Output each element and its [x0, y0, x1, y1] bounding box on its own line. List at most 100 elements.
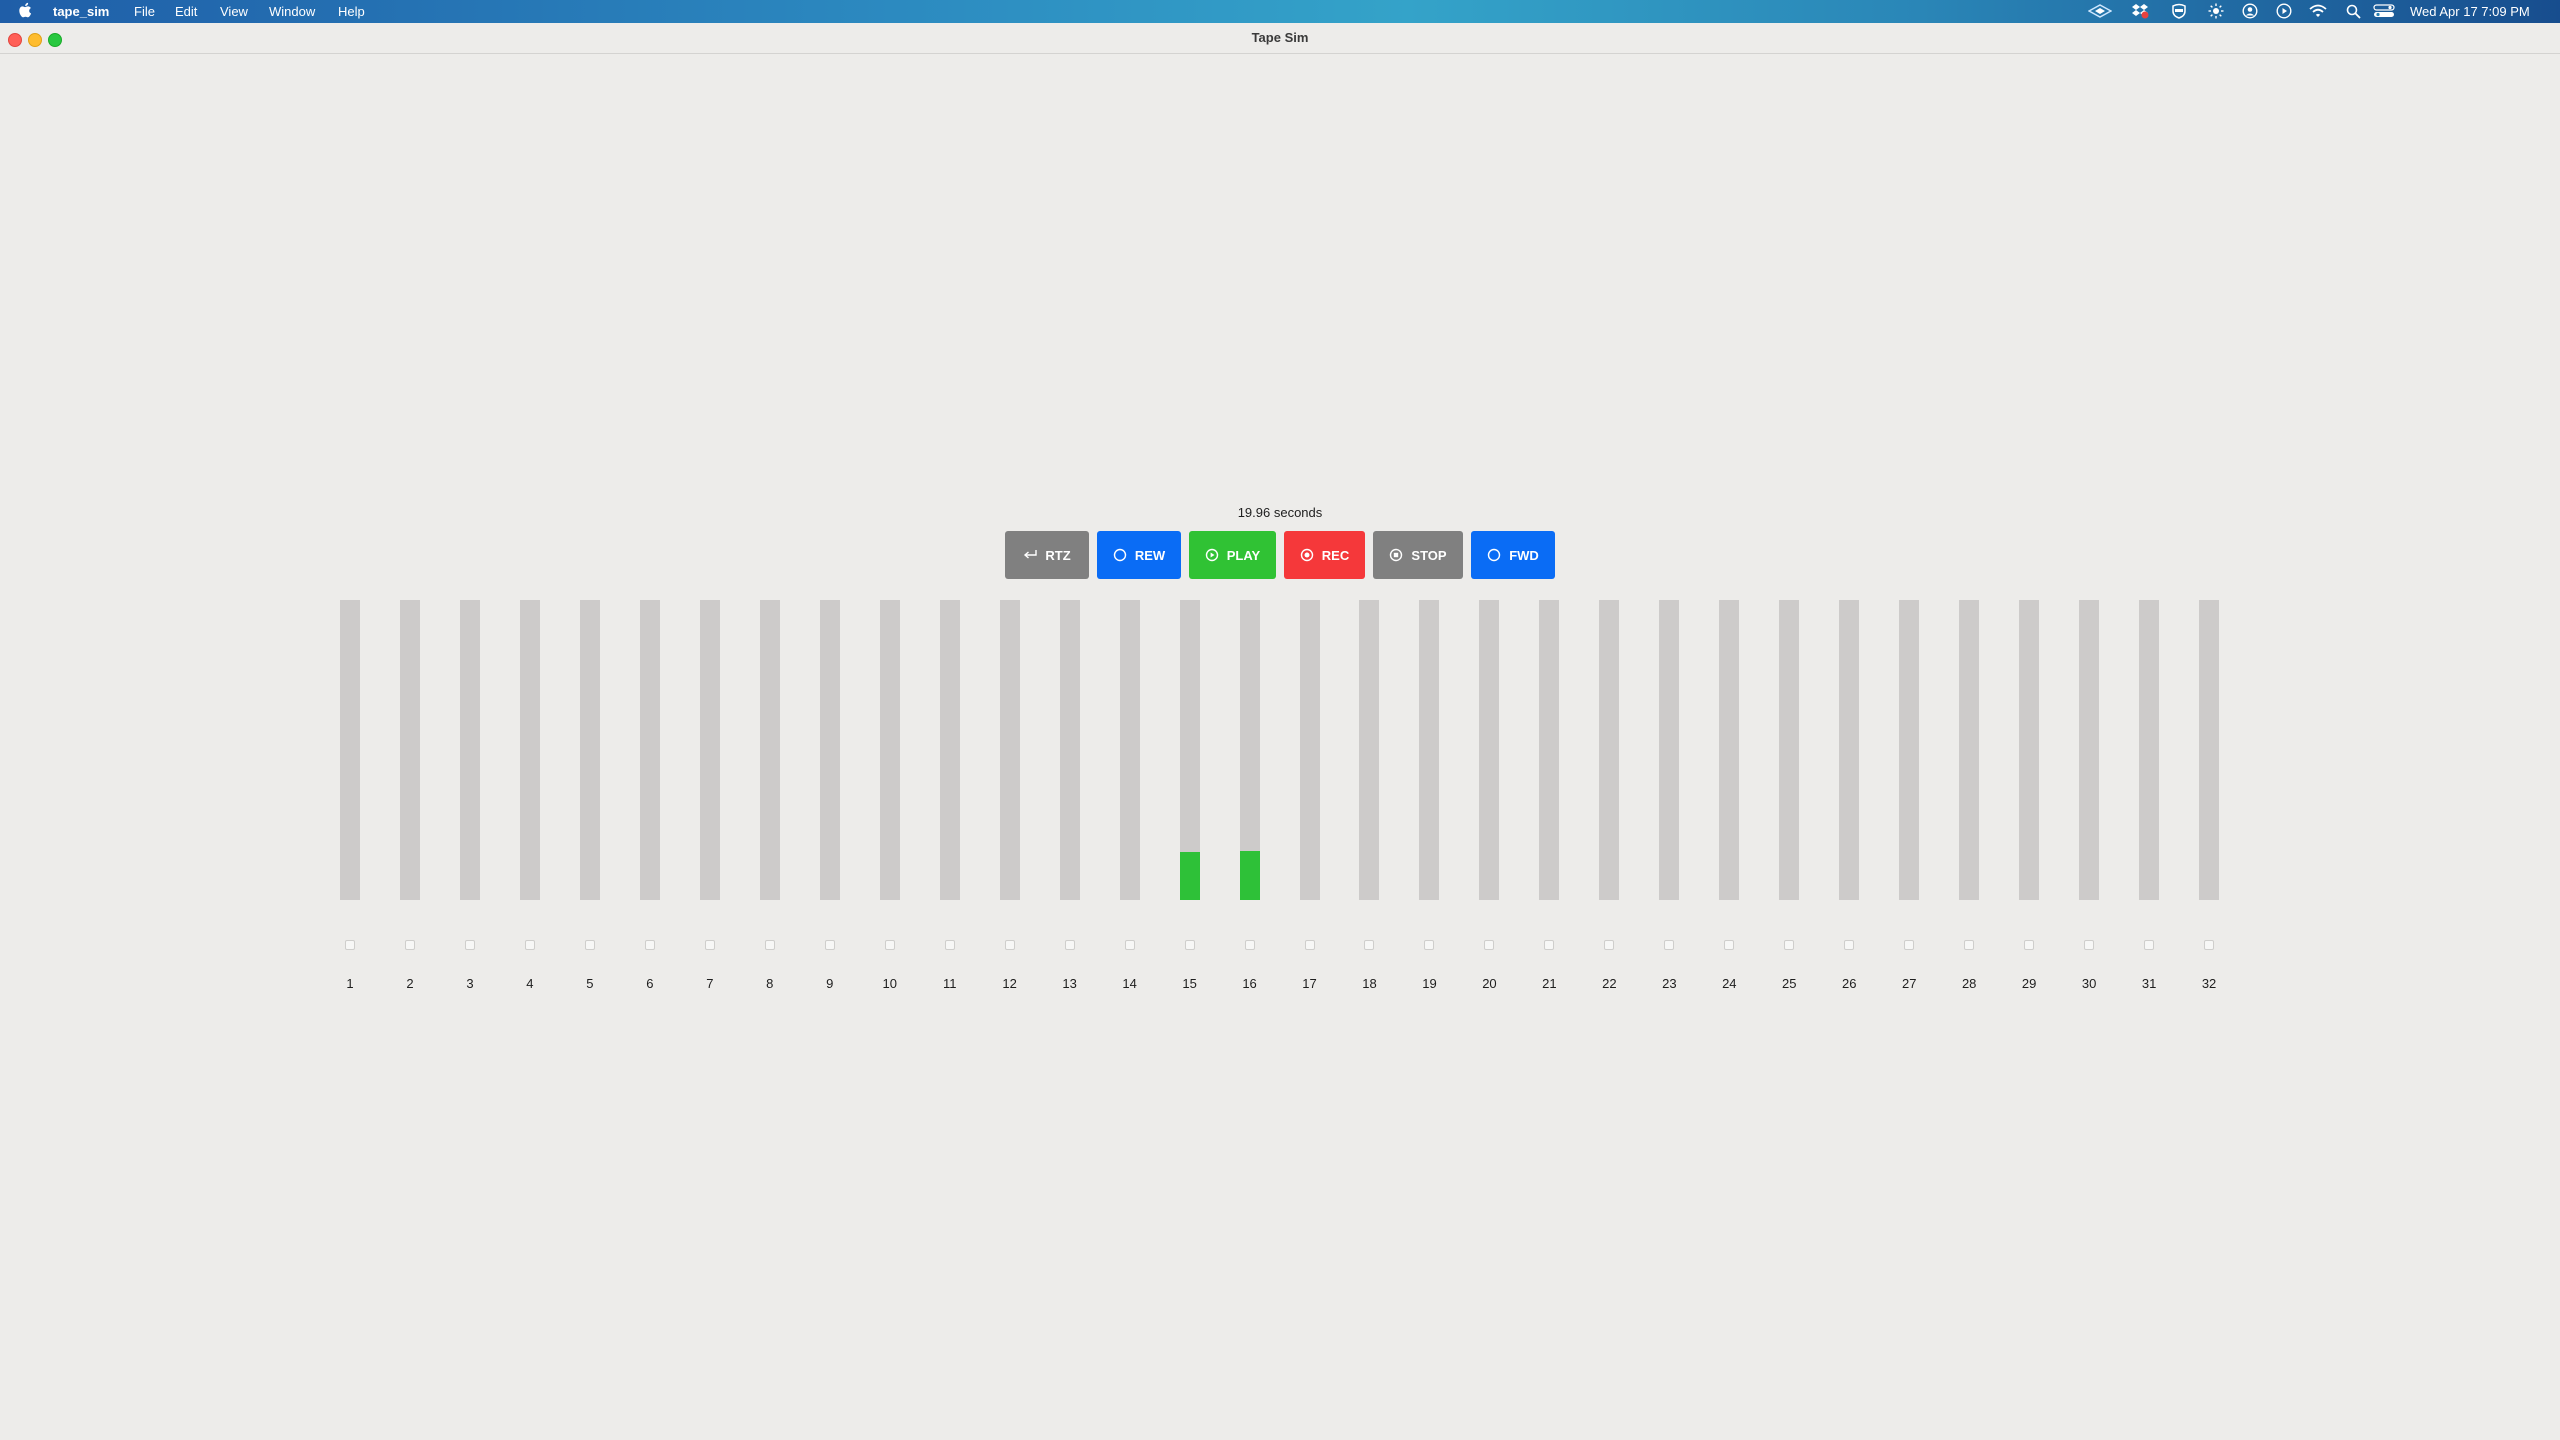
track-15-arm-checkbox[interactable]: [1184, 940, 1195, 950]
track-number-label: 15: [1182, 976, 1197, 991]
track-number-label: 31: [2141, 976, 2157, 991]
track-19-arm-checkbox[interactable]: [1424, 940, 1435, 950]
track-19-meter: [1419, 600, 1440, 900]
track-20-arm-checkbox[interactable]: [1484, 940, 1495, 950]
track-32-arm-checkbox[interactable]: [2204, 940, 2215, 950]
track-25-arm-checkbox[interactable]: [1784, 940, 1795, 950]
fwd-label: FWD: [1509, 547, 1539, 563]
dropbox-icon[interactable]: [2130, 3, 2150, 19]
track-9-arm-checkbox[interactable]: [824, 940, 835, 950]
track-12-meter: [999, 600, 1020, 900]
track-28-meter: [1959, 600, 1980, 900]
track-10-arm-checkbox[interactable]: [884, 940, 895, 950]
track-29-arm-checkbox[interactable]: [2024, 940, 2035, 950]
track-27-meter: [1899, 600, 1920, 900]
track-26-meter: [1839, 600, 1860, 900]
track-6-meter: [639, 600, 660, 900]
track-number-label: 13: [1062, 976, 1077, 991]
track-26-arm-checkbox[interactable]: [1844, 940, 1855, 950]
track-7-arm-checkbox[interactable]: [704, 940, 715, 950]
wifi-icon[interactable]: [2308, 3, 2328, 19]
user-circle-icon[interactable]: [2240, 3, 2260, 19]
track-number-label: 16: [1242, 976, 1257, 991]
track-4-meter: [519, 600, 540, 900]
track-8-meter: [759, 600, 780, 900]
track-18-arm-checkbox[interactable]: [1364, 940, 1375, 950]
track-number-label: 14: [1122, 976, 1137, 991]
track-22-arm-checkbox[interactable]: [1604, 940, 1615, 950]
track-13-arm-checkbox[interactable]: [1064, 940, 1075, 950]
track-30-arm-checkbox[interactable]: [2084, 940, 2095, 950]
track-21-arm-checkbox[interactable]: [1544, 940, 1555, 950]
circle-icon: [1487, 548, 1501, 562]
circle-icon: [1113, 548, 1127, 562]
track-number-label: 10: [882, 976, 897, 991]
track-24-meter: [1719, 600, 1740, 900]
track-14-arm-checkbox[interactable]: [1124, 940, 1135, 950]
track-16-level-fill: [1239, 850, 1260, 900]
rew-button[interactable]: REW: [1097, 531, 1181, 579]
play-circle-icon: [1205, 548, 1219, 562]
track-number-label: 9: [826, 976, 834, 991]
track-number-label: 4: [526, 976, 534, 991]
track-23-meter: [1659, 600, 1680, 900]
track-17-arm-checkbox[interactable]: [1304, 940, 1315, 950]
track-12-arm-checkbox[interactable]: [1004, 940, 1015, 950]
help-menu[interactable]: Help: [338, 4, 365, 19]
stop-circle-icon: [1389, 548, 1403, 562]
track-13-meter: [1059, 600, 1080, 900]
menubar-clock[interactable]: Wed Apr 17 7:09 PM: [2410, 4, 2530, 19]
fwd-button[interactable]: FWD: [1471, 531, 1555, 579]
track-number-label: 28: [1961, 976, 1977, 991]
track-28-arm-checkbox[interactable]: [1964, 940, 1975, 950]
track-1-arm-checkbox[interactable]: [345, 940, 355, 950]
edit-menu[interactable]: Edit: [175, 4, 197, 19]
track-8-arm-checkbox[interactable]: [764, 940, 775, 950]
brightness-icon[interactable]: [2206, 3, 2226, 19]
track-6-arm-checkbox[interactable]: [644, 940, 655, 950]
track-11-arm-checkbox[interactable]: [944, 940, 955, 950]
track-11-meter: [939, 600, 960, 900]
track-16-meter: [1239, 600, 1260, 900]
rtz-label: RTZ: [1045, 547, 1071, 563]
app-menu[interactable]: tape_sim: [53, 4, 109, 19]
track-16-arm-checkbox[interactable]: [1244, 940, 1255, 950]
track-2-arm-checkbox[interactable]: [404, 940, 415, 950]
track-27-arm-checkbox[interactable]: [1904, 940, 1915, 950]
search-icon[interactable]: [2343, 3, 2363, 19]
track-number-label: 2: [406, 976, 414, 991]
stop-button[interactable]: STOP: [1373, 531, 1463, 579]
track-number-label: 26: [1842, 976, 1857, 991]
track-23-arm-checkbox[interactable]: [1664, 940, 1675, 950]
track-number-label: 24: [1722, 976, 1737, 991]
rec-button[interactable]: REC: [1284, 531, 1365, 579]
control-center-icon[interactable]: [2372, 3, 2396, 19]
play-button[interactable]: PLAY: [1189, 531, 1276, 579]
menu-bar: tape_sim File Edit View Window Help Wed …: [0, 0, 2560, 23]
shield-icon[interactable]: [2169, 3, 2189, 19]
track-24-arm-checkbox[interactable]: [1724, 940, 1735, 950]
track-9-meter: [819, 600, 840, 900]
play-label: PLAY: [1226, 547, 1261, 563]
track-7-meter: [699, 600, 720, 900]
track-number-label: 7: [706, 976, 714, 991]
track-number-label: 18: [1362, 976, 1377, 991]
track-4-arm-checkbox[interactable]: [524, 940, 535, 950]
track-10-meter: [879, 600, 900, 900]
view-menu[interactable]: View: [220, 4, 248, 19]
track-number-label: 21: [1542, 976, 1557, 991]
rtz-button[interactable]: RTZ: [1005, 531, 1089, 579]
track-21-meter: [1539, 600, 1560, 900]
window-title: Tape Sim: [1251, 30, 1309, 45]
track-3-arm-checkbox[interactable]: [464, 940, 475, 950]
track-5-arm-checkbox[interactable]: [584, 940, 595, 950]
track-32-meter: [2199, 600, 2220, 900]
play-circle-icon[interactable]: [2274, 3, 2294, 19]
file-menu[interactable]: File: [134, 4, 155, 19]
track-number-label: 30: [2081, 976, 2097, 991]
network-diamond-icon[interactable]: [2088, 3, 2112, 19]
track-number-label: 5: [586, 976, 594, 991]
track-31-arm-checkbox[interactable]: [2144, 940, 2155, 950]
window-menu[interactable]: Window: [269, 4, 315, 19]
apple-menu-icon[interactable]: [18, 2, 32, 22]
